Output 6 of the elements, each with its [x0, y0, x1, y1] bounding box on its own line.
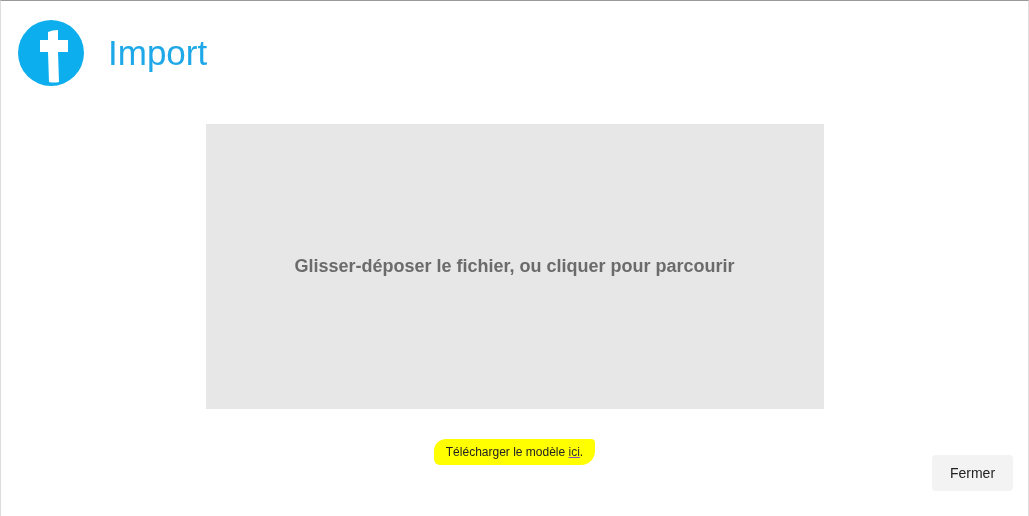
- dialog-title: Import: [108, 33, 208, 73]
- file-dropzone[interactable]: Glisser-déposer le fichier, ou cliquer pour parcourir: [205, 124, 824, 409]
- template-link[interactable]: ici: [568, 444, 580, 459]
- template-note: Télécharger le modèle ici.: [433, 438, 596, 465]
- logo-icon: [18, 20, 84, 86]
- close-button[interactable]: Fermer: [932, 454, 1013, 491]
